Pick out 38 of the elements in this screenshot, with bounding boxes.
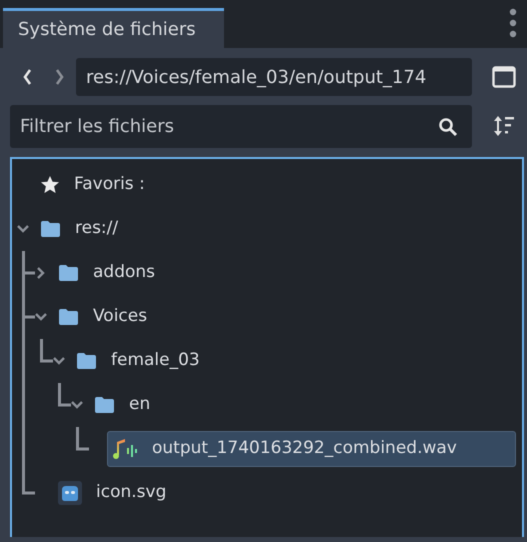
- tree-line: [22, 250, 35, 294]
- item-label: res://: [75, 216, 118, 240]
- chevron-icon[interactable]: [53, 356, 65, 364]
- folder-item[interactable]: addons: [53, 254, 180, 290]
- path-field[interactable]: res://Voices/female_03/en/output_174: [76, 58, 472, 96]
- folder-icon: [58, 308, 79, 326]
- search-icon: [438, 116, 458, 136]
- layout-toggle-icon[interactable]: [492, 64, 516, 90]
- file-item[interactable]: Favoris :: [35, 166, 170, 202]
- folder-icon: [76, 352, 97, 370]
- chevron-icon[interactable]: [71, 400, 83, 408]
- item-label: icon.svg: [96, 480, 166, 504]
- chevron-icon[interactable]: [35, 266, 47, 278]
- star-icon: [40, 175, 60, 194]
- back-icon[interactable]: [22, 68, 32, 86]
- image-file-icon: [58, 480, 82, 504]
- chevron-icon[interactable]: [35, 312, 47, 320]
- chevron-icon[interactable]: [17, 224, 29, 232]
- music-note-icon: [112, 438, 138, 460]
- folder-icon: [58, 264, 79, 282]
- folder-item[interactable]: Voices: [53, 298, 172, 334]
- file-item[interactable]: output_1740163292_combined.wav: [107, 430, 516, 466]
- dock-tab[interactable]: Système de fichiers: [3, 8, 224, 48]
- filter-field[interactable]: Filtrer les fichiers: [10, 104, 472, 148]
- item-label: Voices: [93, 304, 148, 328]
- item-label: en: [129, 392, 150, 416]
- item-label: Favoris :: [74, 172, 145, 196]
- folder-icon: [40, 220, 61, 238]
- file-item[interactable]: icon.svg: [53, 474, 192, 510]
- item-label: addons: [93, 260, 156, 284]
- folder-item[interactable]: res://: [35, 210, 144, 246]
- item-label: output_1740163292_combined.wav: [152, 436, 457, 460]
- forward-icon[interactable]: [54, 68, 64, 86]
- folder-icon: [94, 396, 115, 414]
- menu-icon[interactable]: [509, 8, 517, 38]
- folder-item[interactable]: en: [89, 386, 176, 422]
- item-label: female_03: [111, 348, 200, 372]
- folder-item[interactable]: female_03: [71, 342, 225, 378]
